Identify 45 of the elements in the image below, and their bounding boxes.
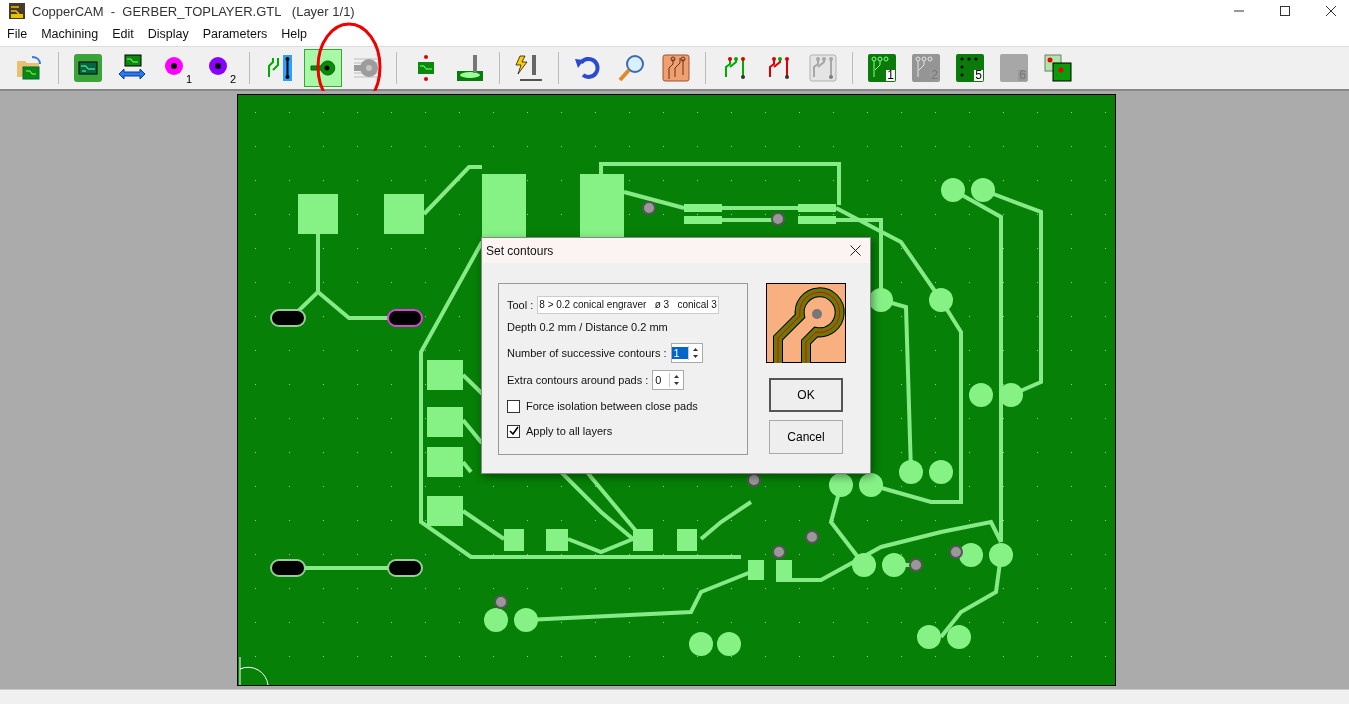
number-spinner[interactable]: 1 [670, 343, 703, 363]
circuit-board-icon [73, 53, 103, 83]
toolbar-button[interactable]: 5 [951, 49, 989, 87]
window-title: CopperCAM - GERBER_TOPLAYER.GTL (Layer 1/1) [32, 3, 355, 19]
menu-item[interactable]: Parameters [202, 27, 268, 41]
spinner-label: Extra contours around pads : [507, 374, 649, 386]
layer-icon [955, 53, 985, 83]
menu-item[interactable]: Machining [41, 27, 99, 41]
tool-number-label: 1 [886, 70, 895, 81]
lightning-cutter-icon [514, 53, 544, 83]
tool-label: Tool : [507, 299, 534, 311]
toolpath-icon [808, 53, 838, 83]
dialog-button[interactable]: Cancel [769, 420, 843, 454]
tool-number-label: 2 [229, 74, 236, 85]
pcb-layout-icon [661, 53, 691, 83]
toolbar-button[interactable]: 1 [863, 49, 901, 87]
layer-icon [999, 53, 1029, 83]
dialog-button[interactable]: OK [769, 378, 843, 412]
close-icon[interactable] [1325, 5, 1337, 17]
maximize-icon[interactable] [1279, 5, 1291, 17]
folder-board-icon [14, 53, 44, 83]
dialog-title: Set contours [486, 243, 554, 258]
checkbox-option[interactable]: Force isolation between close pads [507, 395, 747, 417]
toolbar-button[interactable]: 1 [157, 49, 195, 87]
depth-distance-text: Depth 0.2 mm / Distance 0.2 mm [507, 321, 668, 333]
close-icon[interactable] [850, 245, 861, 256]
tool-number-label: 1 [185, 74, 192, 85]
menu-item[interactable]: File [7, 27, 28, 41]
app-logo-icon [8, 2, 26, 20]
layer-icon [911, 53, 941, 83]
checkbox-option[interactable]: Apply to all layers [507, 420, 747, 442]
tool-field[interactable]: 8 > 0.2 conical engraver ø 3 conical 3 [537, 296, 719, 314]
menu-item[interactable]: Edit [112, 27, 134, 41]
toolbar-button[interactable] [304, 49, 342, 87]
milling-cutter-icon [455, 53, 485, 83]
checkbox[interactable] [507, 424, 520, 438]
spinner-label: Number of successive contours : [507, 347, 667, 359]
layers-overlay-icon [1043, 53, 1073, 83]
menu-item[interactable]: Display [147, 27, 189, 41]
menu-item[interactable]: Help [281, 27, 307, 41]
tool-number-label: 5 [974, 70, 983, 81]
search-icon [617, 53, 647, 83]
toolbar-button[interactable]: 2 [201, 49, 239, 87]
number-spinner[interactable]: 0 [652, 370, 685, 390]
checkbox[interactable] [507, 399, 520, 413]
